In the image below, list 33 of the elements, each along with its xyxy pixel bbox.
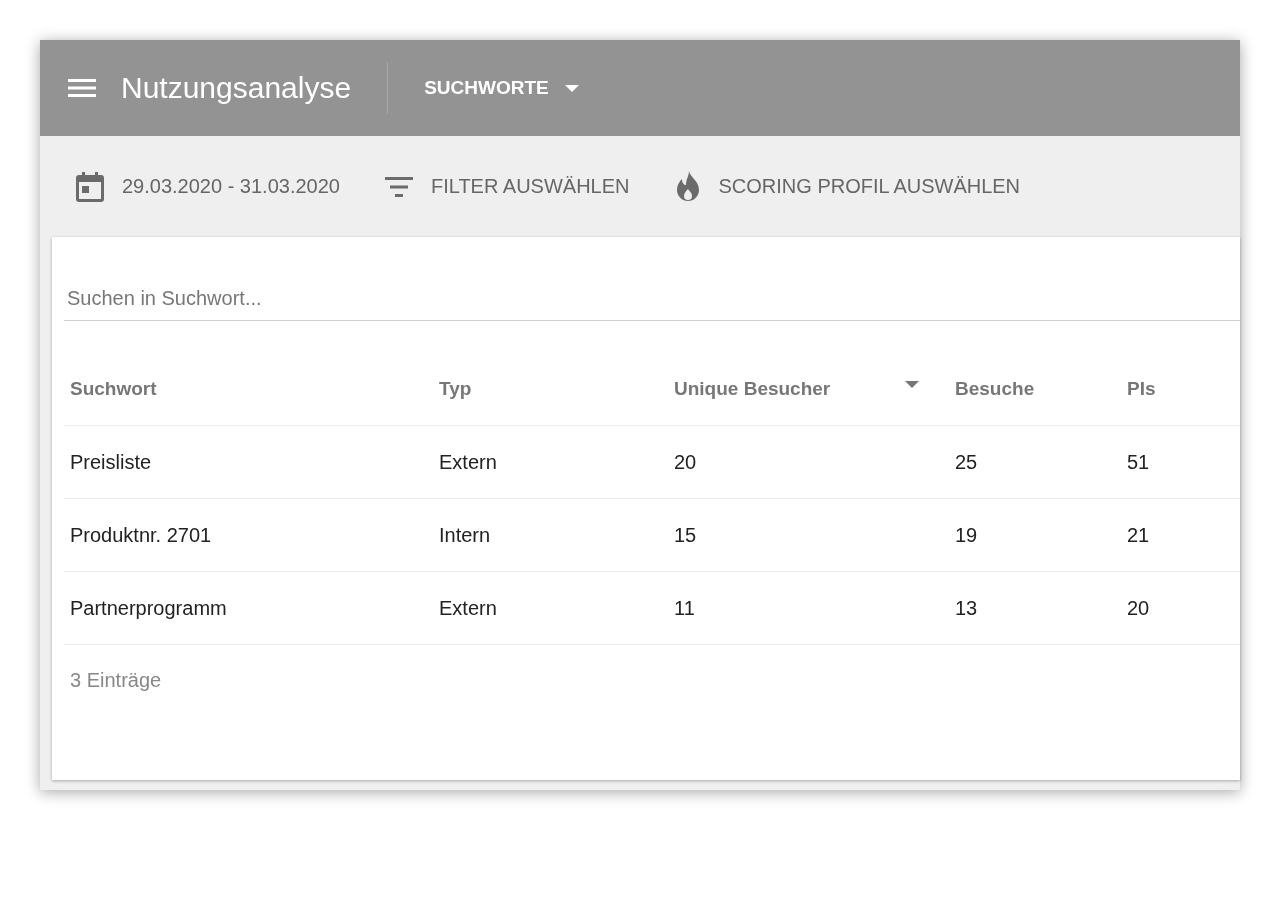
app-title: Nutzungsanalyse — [121, 71, 352, 105]
toolbar-button[interactable]: FILTER AUSWÄHLEN — [384, 175, 630, 198]
table-cell: Partnerprogramm — [70, 596, 227, 620]
table-cell: 51 — [1127, 450, 1150, 474]
entry-count: 3 Einträge — [70, 669, 162, 691]
table-cell: Produktnr. 2701 — [70, 523, 212, 547]
table-cell: Extern — [439, 450, 497, 474]
table-cell: 19 — [955, 523, 978, 547]
column-header[interactable]: Unique Besucher — [674, 378, 949, 400]
table-cell: Preisliste — [70, 450, 152, 474]
filter-icon — [384, 176, 413, 197]
column-header[interactable]: Suchwort — [70, 378, 433, 400]
column-header[interactable]: Typ — [439, 378, 668, 400]
table-cell: 15 — [674, 523, 697, 547]
search-field[interactable]: Suchen in Suchwort... — [64, 277, 1240, 321]
toolbar-button[interactable]: SCORING PROFIL AUSWÄHLEN — [674, 170, 1021, 203]
column-header[interactable]: Besuche — [955, 378, 1121, 400]
table-cell: 20 — [674, 450, 697, 474]
calendar-icon — [76, 171, 104, 202]
table-cell: 20 — [1127, 596, 1150, 620]
table-cell: 13 — [955, 596, 978, 620]
view-dropdown[interactable]: SUCHWORTE — [424, 77, 579, 99]
table-cell: Extern — [439, 596, 497, 620]
column-header[interactable]: PIs — [1127, 378, 1240, 400]
toolbar-button[interactable]: 29.03.2020 - 31.03.2020 — [76, 171, 340, 202]
table-cell: Intern — [439, 523, 491, 547]
table-cell: 11 — [674, 596, 695, 620]
flame-icon — [674, 170, 701, 203]
sort-icon — [905, 380, 919, 388]
table-cell: 25 — [955, 450, 978, 474]
table-cell: 21 — [1127, 523, 1150, 547]
caret-icon — [564, 84, 579, 92]
menu-icon[interactable] — [68, 78, 96, 98]
